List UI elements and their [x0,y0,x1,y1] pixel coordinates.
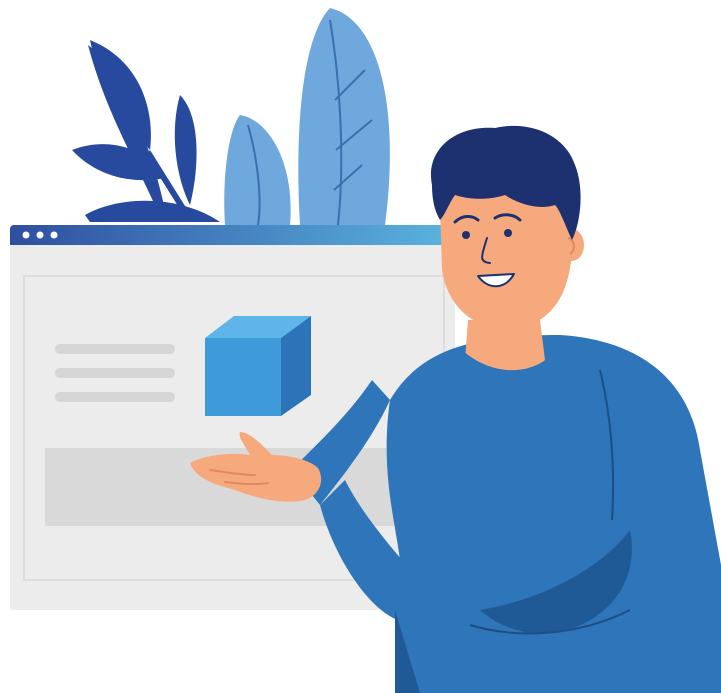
cube-front-face [205,338,281,416]
dark-plant [72,40,220,222]
window-dot-icon [22,231,30,239]
leaf-icon [174,95,197,205]
titlebar-fill [10,236,455,245]
window-dot-icon [50,231,58,239]
eye [462,231,470,239]
content-line [55,368,175,378]
window-dot-icon [36,231,44,239]
scene-illustration [10,8,721,693]
content-line [55,392,175,402]
light-plant [224,8,390,226]
leaf-icon [90,40,151,150]
shirt [386,335,721,693]
leaf-icon [298,8,390,225]
content-line [55,344,175,354]
eye [504,229,512,237]
cube-icon [205,316,311,416]
leaf-icon [85,200,220,222]
